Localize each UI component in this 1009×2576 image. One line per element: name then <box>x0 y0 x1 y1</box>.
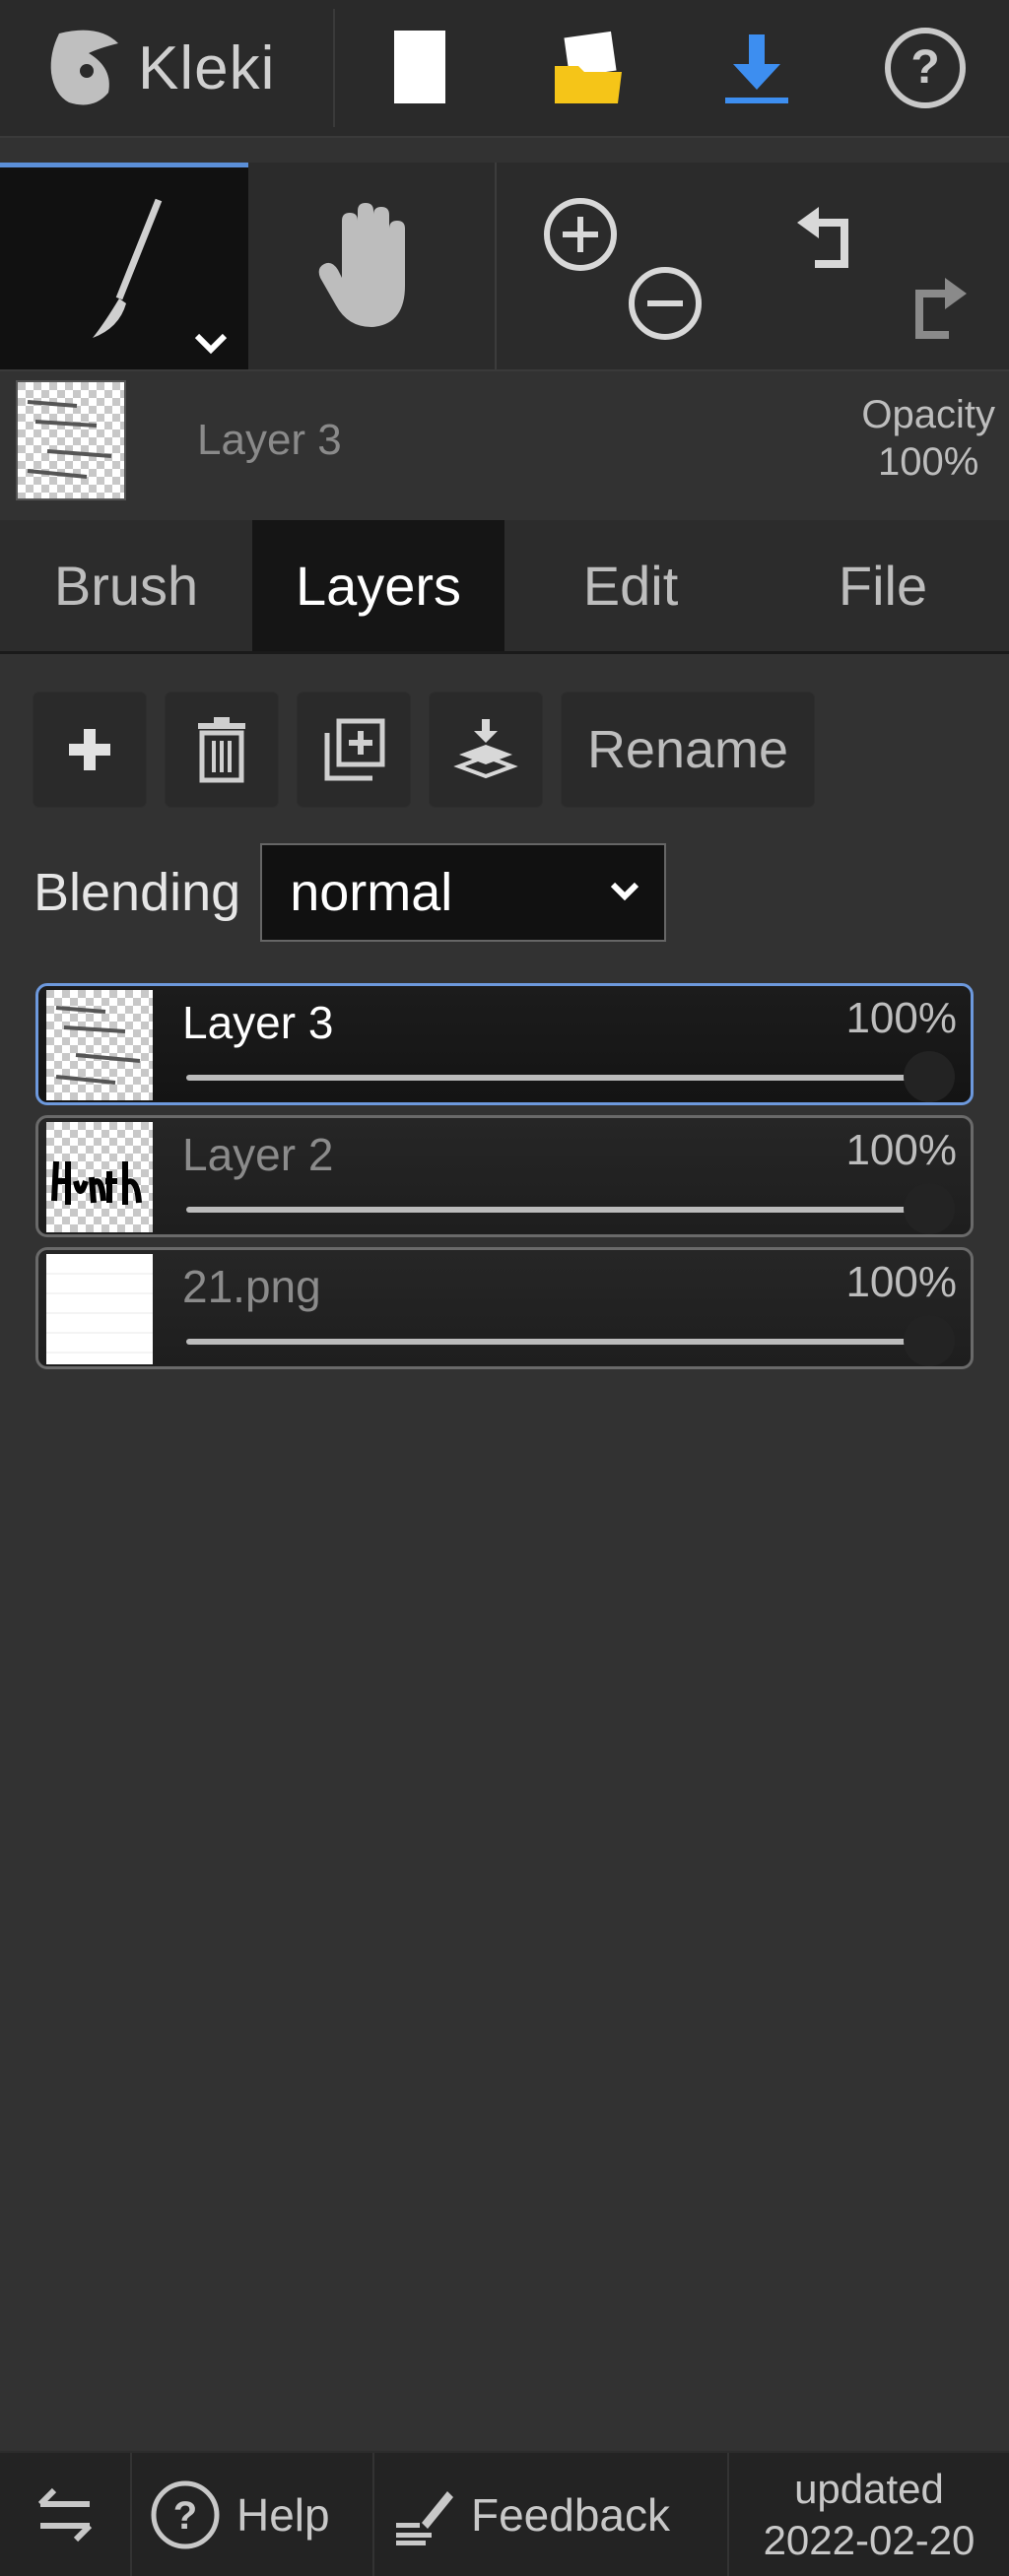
layer-opacity-handle[interactable] <box>904 1183 955 1234</box>
merge-down-button[interactable] <box>430 693 542 807</box>
chevron-down-icon[interactable] <box>191 328 231 358</box>
redo-icon <box>915 278 967 339</box>
opacity-value: 100% <box>878 440 979 484</box>
swap-arrows-icon <box>37 2487 93 2542</box>
logo-text: Kleki <box>138 33 276 102</box>
current-layer-thumbnail <box>16 380 126 500</box>
tab-layers[interactable]: Layers <box>252 520 504 651</box>
zoom-in-button[interactable] <box>536 190 625 279</box>
updated-label: updated <box>794 2465 944 2512</box>
blending-row: Blending normal <box>34 843 667 942</box>
merge-layer-icon <box>453 719 518 779</box>
open-button[interactable] <box>504 9 672 127</box>
top-bar: Kleki ? <box>0 0 1009 138</box>
brush-tool-button[interactable] <box>0 163 248 369</box>
open-folder-icon <box>554 31 622 103</box>
layer-opacity-slider[interactable] <box>186 1339 931 1345</box>
layer-row[interactable]: Layer 3 100% <box>35 983 974 1105</box>
checker-thumbnail <box>46 990 153 1100</box>
brush-icon <box>93 198 163 338</box>
current-layer-opacity: Opacity 100% <box>861 391 995 486</box>
delete-layer-button[interactable] <box>166 693 278 807</box>
zoom-out-button[interactable] <box>621 259 709 348</box>
layer-opacity-handle[interactable] <box>904 1051 955 1102</box>
download-icon <box>724 34 788 103</box>
opacity-label: Opacity <box>861 393 995 436</box>
tab-file[interactable]: File <box>757 520 1009 651</box>
help-label: Help <box>236 2488 330 2541</box>
layer-opacity: 100% <box>845 1126 957 1174</box>
help-icon: ? <box>151 2480 220 2548</box>
kleki-logo-icon <box>50 30 118 105</box>
layer-name: Layer 3 <box>182 997 334 1048</box>
hand-icon <box>318 203 405 327</box>
layer-opacity: 100% <box>845 1258 957 1306</box>
layer-opacity-handle[interactable] <box>904 1315 955 1366</box>
blending-select[interactable]: normal <box>260 843 667 942</box>
add-layer-button[interactable] <box>34 693 146 807</box>
layer-list: Layer 3 100% Layer 2 100% 21.png 100% <box>35 983 974 1379</box>
new-image-button[interactable] <box>335 9 504 127</box>
layer-row[interactable]: Layer 2 100% <box>35 1115 974 1237</box>
help-icon: ? <box>884 28 966 108</box>
feedback-pen-icon <box>396 2490 453 2545</box>
help-link[interactable]: ? Help <box>132 2453 374 2576</box>
checker-thumbnail <box>46 1122 153 1232</box>
layer-name: 21.png <box>182 1261 321 1312</box>
tab-brush[interactable]: Brush <box>0 520 252 651</box>
swap-sides-button[interactable] <box>0 2453 132 2576</box>
layer-thumbnail <box>46 990 153 1100</box>
tab-edit[interactable]: Edit <box>504 520 757 651</box>
duplicate-icon <box>324 718 385 781</box>
zoom-out-icon <box>629 267 702 340</box>
blending-value: normal <box>290 863 453 922</box>
plus-icon <box>69 729 110 770</box>
checker-thumbnail <box>18 382 124 498</box>
layer-thumbnail <box>46 1122 153 1232</box>
layer-actions: Rename <box>34 693 814 807</box>
duplicate-layer-button[interactable] <box>298 693 410 807</box>
current-layer-name: Layer 3 <box>197 416 342 464</box>
layer-thumbnail <box>46 1254 153 1364</box>
blending-label: Blending <box>34 863 241 922</box>
help-button[interactable]: ? <box>841 9 1009 127</box>
updated-info: updated 2022-02-20 <box>729 2464 1009 2566</box>
zoom-undo-group <box>497 163 1009 369</box>
current-layer-info: Layer 3 Opacity 100% <box>0 371 1009 509</box>
layer-name: Layer 2 <box>182 1129 334 1180</box>
layer-opacity-slider[interactable] <box>186 1075 931 1081</box>
hand-tool-button[interactable] <box>248 163 497 369</box>
footer-bar: ? Help Feedback updated 2022-02-20 <box>0 2451 1009 2576</box>
layer-opacity-slider[interactable] <box>186 1207 931 1213</box>
layer-opacity: 100% <box>845 994 957 1042</box>
download-button[interactable] <box>672 9 841 127</box>
tool-row <box>0 163 1009 371</box>
feedback-link[interactable]: Feedback <box>374 2453 729 2576</box>
rename-layer-button[interactable]: Rename <box>562 693 814 807</box>
undo-button[interactable] <box>784 194 873 283</box>
image-thumbnail <box>46 1254 153 1364</box>
new-image-icon <box>393 31 445 103</box>
svg-text:?: ? <box>173 2494 197 2538</box>
svg-text:?: ? <box>910 41 939 94</box>
panel-tabs: Brush Layers Edit File <box>0 520 1009 654</box>
updated-date: 2022-02-20 <box>763 2516 975 2563</box>
zoom-in-icon <box>544 198 617 271</box>
feedback-label: Feedback <box>471 2488 671 2541</box>
redo-button[interactable] <box>891 265 979 354</box>
layer-row[interactable]: 21.png 100% <box>35 1247 974 1369</box>
chevron-down-icon <box>611 882 639 901</box>
trash-icon <box>198 717 245 783</box>
undo-icon <box>797 207 848 268</box>
kleki-logo[interactable]: Kleki <box>0 9 335 127</box>
